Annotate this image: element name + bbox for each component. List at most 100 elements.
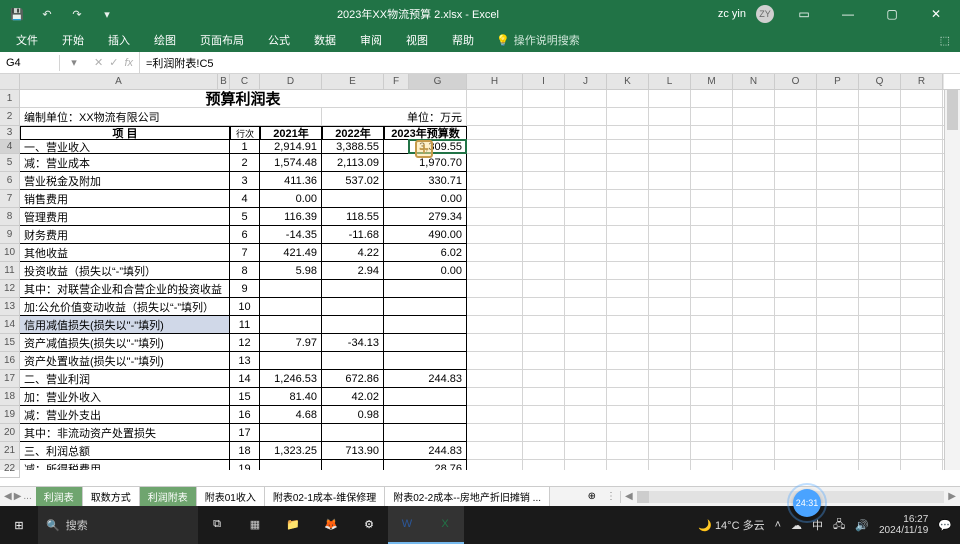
cell[interactable] [565, 370, 607, 388]
cell[interactable]: 7.97 [260, 334, 322, 352]
cell[interactable]: 14 [230, 370, 260, 388]
cell[interactable] [901, 406, 943, 424]
cell[interactable]: 减：所得税费用 [20, 460, 230, 470]
cell[interactable]: 244.83 [409, 442, 467, 460]
row-header-2[interactable]: 2 [0, 108, 20, 126]
word-icon[interactable]: W [388, 506, 426, 544]
cell[interactable] [607, 140, 649, 154]
cell[interactable] [817, 298, 859, 316]
cell[interactable] [859, 334, 901, 352]
cell[interactable]: 资产减值损失(损失以"-"填列) [20, 334, 230, 352]
cell[interactable] [733, 140, 775, 154]
cell[interactable] [733, 316, 775, 334]
cell[interactable]: 资产处置收益(损失以"-"填列) [20, 352, 230, 370]
cell[interactable]: 421.49 [260, 244, 322, 262]
cell[interactable] [384, 140, 409, 154]
cell[interactable] [775, 244, 817, 262]
col-header-L[interactable]: L [649, 74, 691, 90]
cell[interactable] [384, 316, 409, 334]
cell[interactable] [649, 280, 691, 298]
cell[interactable] [691, 406, 733, 424]
cell[interactable] [649, 406, 691, 424]
cell[interactable] [523, 90, 565, 108]
cell[interactable] [859, 172, 901, 190]
cell[interactable] [733, 190, 775, 208]
cell[interactable] [859, 244, 901, 262]
sheet-tab-2[interactable]: 利润附表 [140, 487, 197, 506]
add-sheet-icon[interactable]: ⊕ [582, 491, 602, 502]
cell[interactable] [817, 208, 859, 226]
cell[interactable] [817, 140, 859, 154]
cell[interactable] [649, 244, 691, 262]
cell[interactable] [607, 172, 649, 190]
cell[interactable] [691, 108, 733, 126]
cell[interactable] [467, 352, 523, 370]
cell[interactable] [260, 280, 322, 298]
cell[interactable] [775, 370, 817, 388]
cell[interactable] [775, 190, 817, 208]
cell[interactable] [859, 460, 901, 470]
close-icon[interactable]: ✕ [916, 0, 956, 28]
cell[interactable]: 0.98 [322, 406, 384, 424]
cell[interactable] [733, 208, 775, 226]
cell[interactable] [467, 126, 523, 140]
cell[interactable] [901, 262, 943, 280]
cell[interactable] [523, 388, 565, 406]
cell[interactable]: 537.02 [322, 172, 384, 190]
cell[interactable]: 财务费用 [20, 226, 230, 244]
row-header-7[interactable]: 7 [0, 190, 20, 208]
cell[interactable] [733, 262, 775, 280]
cell[interactable] [649, 140, 691, 154]
row-header-19[interactable]: 19 [0, 406, 20, 424]
cell[interactable] [322, 190, 384, 208]
cell[interactable] [691, 334, 733, 352]
cell[interactable] [467, 172, 523, 190]
cell[interactable] [691, 226, 733, 244]
cancel-formula-icon[interactable]: ✕ [94, 56, 103, 69]
cell[interactable]: 编制单位：XX物流有限公司 [20, 108, 322, 126]
cell[interactable] [523, 244, 565, 262]
formula-input[interactable]: =利润附表!C5 [140, 53, 960, 73]
weather-widget[interactable]: 🌙 14°C 多云 [698, 517, 764, 533]
cell[interactable]: 330.71 [409, 172, 467, 190]
cell[interactable] [733, 298, 775, 316]
cell[interactable] [733, 370, 775, 388]
cell[interactable] [260, 298, 322, 316]
cell[interactable] [859, 90, 901, 108]
cell[interactable]: 2022年 [322, 126, 384, 140]
cell[interactable]: 预算利润表 [20, 90, 467, 108]
cell[interactable]: 4.68 [260, 406, 322, 424]
cell[interactable] [467, 108, 523, 126]
cell[interactable] [859, 280, 901, 298]
cell[interactable] [523, 442, 565, 460]
col-header-A[interactable]: A [20, 74, 218, 90]
cell[interactable] [565, 208, 607, 226]
cell[interactable] [467, 298, 523, 316]
col-header-B[interactable]: B [218, 74, 230, 90]
cell[interactable] [607, 442, 649, 460]
cell[interactable] [467, 460, 523, 470]
cell[interactable]: 15 [230, 388, 260, 406]
cell[interactable] [775, 208, 817, 226]
cell[interactable]: 5 [230, 208, 260, 226]
cell[interactable]: 9 [230, 280, 260, 298]
cell[interactable]: 2,113.09 [322, 154, 384, 172]
cell[interactable] [859, 190, 901, 208]
cell[interactable] [467, 280, 523, 298]
row-header-10[interactable]: 10 [0, 244, 20, 262]
cell[interactable] [817, 226, 859, 244]
cell[interactable]: 单位：万元 [322, 108, 467, 126]
cell[interactable] [565, 262, 607, 280]
sheet-tab-4[interactable]: 附表02-1成本-维保修理 [265, 487, 385, 506]
cell[interactable] [649, 108, 691, 126]
cell[interactable] [733, 90, 775, 108]
undo-icon[interactable]: ↶ [36, 3, 58, 25]
cell[interactable] [523, 460, 565, 470]
cell[interactable] [691, 90, 733, 108]
cell[interactable] [817, 154, 859, 172]
cell[interactable] [409, 352, 467, 370]
start-button[interactable]: ⊞ [0, 506, 38, 544]
row-header-18[interactable]: 18 [0, 388, 20, 406]
cell[interactable] [691, 172, 733, 190]
sheet-tab-5[interactable]: 附表02-2成本--房地产折旧摊销 ... [385, 487, 550, 506]
